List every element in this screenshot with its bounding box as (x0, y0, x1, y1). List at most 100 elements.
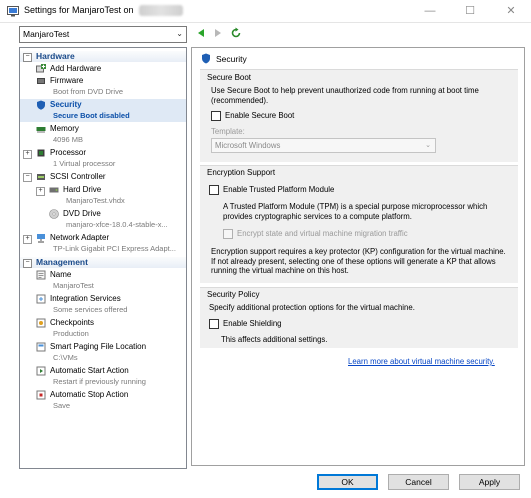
expand-icon[interactable]: + (36, 187, 45, 196)
tree-item-security[interactable]: Security Secure Boot disabled (20, 99, 186, 122)
security-policy-description: Specify additional protection options fo… (209, 303, 415, 312)
chevron-down-icon: ⌄ (425, 142, 431, 149)
template-value: Microsoft Windows (215, 141, 281, 150)
shield-icon (202, 53, 210, 64)
vm-selector-value: ManjaroTest (23, 29, 70, 39)
name-tag-icon (36, 270, 46, 280)
tree-item-automatic-stop[interactable]: Automatic Stop Action Save (20, 389, 186, 412)
secure-boot-title: Secure Boot (207, 73, 252, 82)
tree-item-title: Automatic Start Action (50, 366, 129, 375)
tree-item-title: Security (50, 100, 82, 109)
network-adapter-icon (37, 234, 45, 243)
add-hardware-icon (36, 64, 46, 73)
management-section-header[interactable]: − Management (20, 257, 186, 268)
tree-item-firmware[interactable]: Firmware Boot from DVD Drive (20, 75, 186, 98)
window-title: Settings for ManjaroTest on (24, 5, 134, 15)
tree-item-subtitle: ManjaroTest.vhdx (66, 196, 125, 205)
encrypt-traffic-label: Encrypt state and virtual machine migrat… (237, 229, 408, 238)
vm-selector-dropdown[interactable]: ManjaroTest ⌄ (19, 26, 187, 43)
maximize-button[interactable]: ☐ (450, 0, 490, 22)
security-policy-title: Security Policy (207, 290, 260, 299)
tree-item-add-hardware[interactable]: Add Hardware (20, 63, 186, 75)
tree-item-subtitle: Boot from DVD Drive (53, 87, 124, 96)
tree-item-title: Network Adapter (50, 233, 110, 242)
scsi-controller-icon (37, 174, 45, 180)
settings-tree[interactable]: − Hardware Add Hardware Firmware Boot fr… (19, 47, 187, 469)
expand-icon[interactable]: + (23, 150, 32, 159)
enable-tpm-label: Enable Trusted Platform Module (223, 185, 335, 194)
tree-item-hard-drive[interactable]: + Hard Drive ManjaroTest.vhdx (20, 184, 186, 207)
tpm-description: A Trusted Platform Module (TPM) is a spe… (223, 202, 488, 221)
tree-item-subtitle: TP-Link Gigabit PCI Express Adapt... (53, 244, 176, 253)
tree-item-memory[interactable]: Memory 4096 MB (20, 123, 186, 146)
redacted-host-name (139, 5, 183, 16)
tree-item-subtitle: 1 Virtual processor (53, 159, 116, 168)
tree-item-title: Name (50, 270, 72, 279)
enable-secure-boot-checkbox[interactable] (211, 111, 221, 121)
tree-item-subtitle: Restart if previously running (53, 377, 146, 386)
tree-item-title: Hard Drive (63, 185, 102, 194)
collapse-icon[interactable]: − (23, 173, 32, 182)
encrypt-traffic-checkbox[interactable] (223, 229, 233, 239)
enable-shielding-checkbox[interactable] (209, 319, 219, 329)
template-dropdown[interactable]: Microsoft Windows ⌄ (211, 138, 436, 153)
tree-item-title: Firmware (50, 76, 84, 85)
encryption-support-title: Encryption Support (207, 168, 276, 177)
tree-item-subtitle: Production (53, 329, 89, 338)
tree-item-smart-paging[interactable]: Smart Paging File Location C:\VMs (20, 341, 186, 364)
template-label: Template: (211, 127, 245, 136)
collapse-icon[interactable]: − (23, 53, 32, 62)
collapse-icon[interactable]: − (23, 259, 32, 268)
shielding-description: This affects additional settings. (221, 335, 328, 344)
tree-item-subtitle: Some services offered (53, 305, 128, 314)
dvd-disc-icon (49, 209, 59, 219)
minimize-button[interactable]: — (410, 0, 450, 22)
tree-item-title: Automatic Stop Action (50, 390, 129, 399)
refresh-icon[interactable] (230, 27, 242, 39)
close-button[interactable]: ✕ (491, 0, 531, 22)
smart-paging-icon (36, 342, 46, 352)
integration-services-icon (36, 294, 46, 304)
ok-button[interactable]: OK (317, 474, 378, 490)
automatic-start-icon (36, 366, 46, 376)
hardware-section-label: Hardware (36, 51, 75, 61)
automatic-stop-icon (36, 390, 46, 400)
tree-item-title: Memory (50, 124, 79, 133)
encryption-support-group: Encryption Support Enable Trusted Platfo… (200, 165, 518, 283)
tree-item-subtitle: 4096 MB (53, 135, 84, 144)
forward-arrow-icon[interactable] (212, 27, 224, 39)
security-policy-group: Security Policy Specify additional prote… (200, 287, 518, 348)
tree-item-title: Add Hardware (50, 64, 102, 73)
tree-item-processor[interactable]: + Processor 1 Virtual processor (20, 147, 186, 170)
tree-item-subtitle: ManjaroTest (53, 281, 94, 290)
security-heading-label: Security (216, 54, 247, 64)
hardware-section-header[interactable]: − Hardware (20, 51, 186, 62)
tree-item-dvd-drive[interactable]: DVD Drive manjaro-xfce-18.0.4-stable-x..… (20, 208, 186, 231)
tree-item-subtitle: Save (53, 401, 71, 410)
management-section-label: Management (36, 257, 88, 267)
hard-drive-icon (49, 187, 59, 193)
tree-item-title: Checkpoints (50, 318, 95, 327)
learn-more-security-link[interactable]: Learn more about virtual machine securit… (348, 357, 495, 366)
security-heading: Security (196, 51, 521, 66)
tree-item-scsi-controller[interactable]: − SCSI Controller (20, 171, 186, 183)
apply-button[interactable]: Apply (459, 474, 520, 490)
tree-item-subtitle: Secure Boot disabled (53, 111, 130, 120)
tree-item-automatic-start[interactable]: Automatic Start Action Restart if previo… (20, 365, 186, 388)
tree-item-network-adapter[interactable]: + Network Adapter TP-Link Gigabit PCI Ex… (20, 232, 186, 255)
enable-secure-boot-label: Enable Secure Boot (225, 111, 295, 120)
tree-item-title: Smart Paging File Location (50, 342, 147, 351)
tree-item-integration-services[interactable]: Integration Services Some services offer… (20, 293, 186, 316)
tree-item-title: SCSI Controller (50, 172, 106, 181)
encryption-note: Encryption support requires a key protec… (211, 247, 506, 275)
secure-boot-description: Use Secure Boot to help prevent unauthor… (211, 86, 479, 105)
firmware-chip-icon (37, 78, 45, 84)
expand-icon[interactable]: + (23, 235, 32, 244)
cancel-button[interactable]: Cancel (388, 474, 449, 490)
tree-item-checkpoints[interactable]: Checkpoints Production (20, 317, 186, 340)
back-arrow-icon[interactable] (195, 27, 207, 39)
tree-item-name[interactable]: Name ManjaroTest (20, 269, 186, 292)
enable-tpm-checkbox[interactable] (209, 185, 219, 195)
tree-item-title: Integration Services (50, 294, 121, 303)
enable-shielding-label: Enable Shielding (223, 319, 282, 328)
